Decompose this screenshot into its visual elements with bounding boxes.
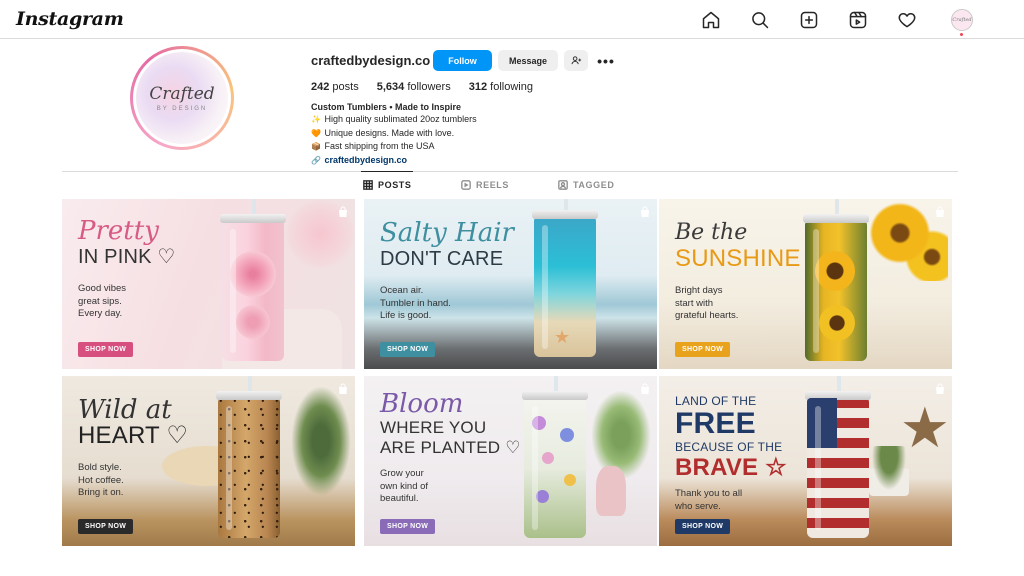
home-icon[interactable] [700, 9, 722, 31]
grid-icon [363, 180, 373, 190]
more-options-icon[interactable]: ••• [596, 50, 616, 71]
profile-avatar[interactable]: Crafted BY DESIGN [130, 46, 234, 150]
profile-username: craftedbydesign.co [311, 53, 431, 68]
post-4-script: Wild at [78, 395, 172, 425]
reels-tab-icon [461, 180, 471, 190]
top-navigation-bar: Instagram Crafted [0, 0, 1024, 39]
shopping-bag-icon [639, 382, 651, 394]
post-1-script: Pretty [78, 216, 159, 246]
following-stat[interactable]: 312 following [469, 81, 533, 93]
post-2-caps: DON'T CARE [380, 248, 504, 270]
avatar-brand-subtitle: BY DESIGN [156, 106, 208, 112]
create-post-icon[interactable] [798, 9, 820, 31]
post-salty-hair[interactable]: ★ Salty Hair DON'T CARE Ocean air. Tumble… [364, 199, 657, 369]
post-3-caps: SUNSHINE [675, 245, 801, 272]
post-6-big-1: FREE [675, 407, 756, 440]
avatar-brand-title: Crafted [149, 84, 215, 104]
shopping-bag-icon [934, 382, 946, 394]
post-6-tumbler [805, 376, 871, 538]
link-icon: 🔗 [311, 155, 321, 165]
shopping-bag-icon [337, 205, 349, 217]
post-5-decor-plant [591, 390, 651, 480]
post-6-big-2: BRAVE ☆ [675, 454, 787, 481]
profile-avatar-image: Crafted BY DESIGN [136, 52, 228, 144]
shopping-bag-icon [337, 382, 349, 394]
posts-stat: 242 posts [311, 81, 359, 93]
add-user-icon [570, 56, 581, 65]
post-3-tumbler [803, 199, 869, 361]
sparkles-icon: ✨ [311, 115, 321, 125]
post-4-decor-plant [291, 386, 351, 496]
post-5-caps-2: ARE PLANTED ♡ [380, 438, 521, 457]
post-1-tumbler [220, 199, 286, 361]
tab-reels[interactable]: REELS [461, 180, 509, 190]
bio-name: Custom Tumblers • Made to Inspire [311, 102, 462, 112]
post-4-caps: HEART ♡ [78, 422, 189, 449]
followers-stat[interactable]: 5,634 followers [377, 81, 451, 93]
post-pretty-in-pink[interactable]: Pretty IN PINK ♡ Good vibes great sips. Ev… [62, 199, 355, 369]
suggest-users-button[interactable] [564, 50, 588, 71]
bio-line-1: ✨ High quality sublimated 20oz tumblers [311, 113, 477, 126]
tabs-divider [62, 171, 958, 172]
post-4-shop-now[interactable]: SHOP NOW [78, 519, 134, 534]
post-5-tumbler [522, 376, 588, 538]
post-6-decor-plant [869, 446, 909, 496]
shopping-bag-icon [934, 205, 946, 217]
profile-bio: Custom Tumblers • Made to Inspire ✨ High… [311, 101, 477, 167]
profile-avatar-icon[interactable]: Crafted [951, 9, 973, 31]
post-6-decor-star: ★ [899, 396, 950, 459]
tab-posts[interactable]: POSTS [363, 180, 412, 190]
shopping-bag-icon [639, 205, 651, 217]
post-1-caps: IN PINK ♡ [78, 246, 176, 268]
post-2-shop-now[interactable]: SHOP NOW [380, 342, 436, 357]
post-be-the-sunshine[interactable]: Be the SUNSHINE Bright days start with gra… [659, 199, 952, 369]
post-1-shop-now[interactable]: SHOP NOW [78, 342, 134, 357]
profile-stats: 242 posts 5,634 followers 312 following [311, 81, 551, 93]
instagram-logo[interactable]: Instagram [16, 8, 124, 30]
post-5-decor-vase [596, 466, 626, 516]
orange-heart-icon: 🧡 [311, 128, 321, 138]
post-5-shop-now[interactable]: SHOP NOW [380, 519, 436, 534]
follow-button[interactable]: Follow [433, 50, 492, 71]
post-bloom[interactable]: Bloom WHERE YOU ARE PLANTED ♡ Grow your o… [364, 376, 657, 546]
post-6-caps: LAND OF THE [675, 394, 757, 408]
post-3-script: Be the [675, 220, 748, 245]
tagged-icon [558, 180, 568, 190]
nav-icon-group [700, 9, 945, 31]
post-3-shop-now[interactable]: SHOP NOW [675, 342, 731, 357]
post-wild-at-heart[interactable]: Wild at HEART ♡ Bold style. Hot coffee. Br… [62, 376, 355, 546]
post-2-tumbler: ★ [532, 199, 598, 357]
tab-tagged[interactable]: TAGGED [558, 180, 614, 190]
search-icon[interactable] [749, 9, 771, 31]
package-icon: 📦 [311, 142, 321, 152]
post-4-tumbler [216, 376, 282, 538]
post-land-of-the-free[interactable]: ★ LAND OF THE FREE BECAUSE OF THE BRAVE … [659, 376, 952, 546]
heart-icon[interactable] [896, 9, 918, 31]
bio-line-3: 📦 Fast shipping from the USA [311, 140, 477, 153]
post-2-script: Salty Hair [380, 218, 514, 248]
post-6-caps-2: BECAUSE OF THE [675, 440, 783, 454]
reels-icon[interactable] [847, 9, 869, 31]
active-tab-indicator [361, 171, 413, 172]
post-6-shop-now[interactable]: SHOP NOW [675, 519, 731, 534]
notification-dot [960, 33, 963, 36]
post-5-script: Bloom [380, 389, 464, 419]
message-button[interactable]: Message [498, 50, 558, 71]
post-5-caps: WHERE YOU [380, 418, 487, 437]
bio-line-2: 🧡 Unique designs. Made with love. [311, 127, 477, 140]
bio-link[interactable]: 🔗 craftedbydesign.co [311, 154, 477, 167]
